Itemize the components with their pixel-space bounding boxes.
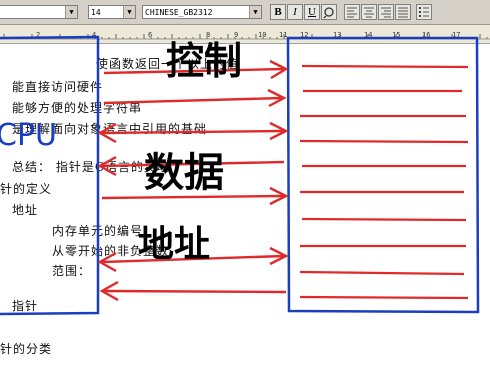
control-label: 控制 bbox=[166, 39, 243, 83]
cpu-box bbox=[0, 35, 100, 316]
control-arrow-2 bbox=[103, 96, 283, 105]
cpu-label: CPU bbox=[0, 118, 57, 153]
data-arrow-1 bbox=[101, 129, 285, 135]
address-arrow-2 bbox=[103, 289, 287, 294]
memory-cell-lines bbox=[299, 64, 469, 300]
data-label: 数据 bbox=[144, 150, 224, 196]
memory-box bbox=[286, 36, 480, 314]
address-label: 地址 bbox=[138, 224, 211, 265]
annotation-layer bbox=[0, 35, 480, 316]
